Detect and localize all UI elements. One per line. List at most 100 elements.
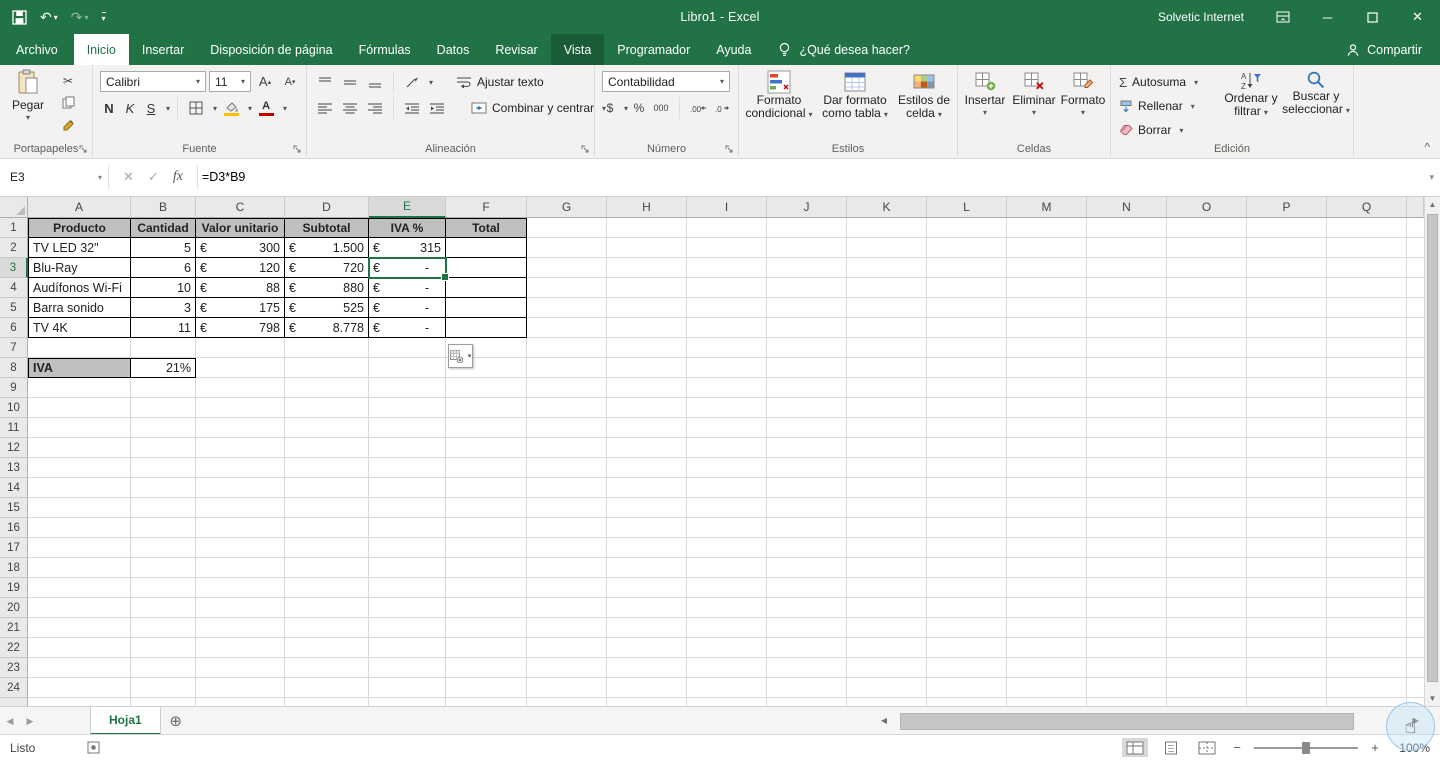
cell-C2[interactable]: €300: [196, 238, 285, 258]
clear-dropdown-arrow[interactable]: ▾: [1179, 126, 1183, 135]
row-header-4[interactable]: 4: [0, 278, 28, 298]
row-header-24[interactable]: 24: [0, 678, 28, 698]
column-header-C[interactable]: C: [196, 196, 285, 218]
format-cells-button[interactable]: Formato ▾: [1059, 71, 1107, 117]
sheet-tab-hoja1[interactable]: Hoja1: [90, 707, 161, 735]
cell-D1[interactable]: Subtotal: [285, 218, 369, 238]
cell-F4[interactable]: [446, 278, 527, 298]
paste-dropdown-arrow[interactable]: ▾: [26, 114, 30, 122]
row-header-8[interactable]: 8: [0, 358, 28, 378]
font-size-dropdown-arrow[interactable]: ▾: [241, 77, 245, 86]
cell-A6[interactable]: TV 4K: [28, 318, 131, 338]
scroll-left-icon[interactable]: ◀: [876, 716, 892, 725]
row-header-20[interactable]: 20: [0, 598, 28, 618]
fill-dropdown-arrow[interactable]: ▾: [1191, 102, 1195, 111]
cell-E5[interactable]: € -: [369, 298, 446, 318]
paste-button[interactable]: Pegar ▾: [5, 69, 51, 122]
column-header-L[interactable]: L: [927, 196, 1007, 218]
delete-cells-button[interactable]: Eliminar ▾: [1010, 71, 1058, 117]
column-header-H[interactable]: H: [607, 196, 687, 218]
clipboard-dialog-launcher-icon[interactable]: [79, 145, 88, 154]
align-top-icon[interactable]: [314, 73, 336, 92]
insert-dropdown-arrow[interactable]: ▾: [983, 109, 987, 117]
column-header-M[interactable]: M: [1007, 196, 1087, 218]
font-size-combo[interactable]: 11 ▾: [209, 71, 251, 92]
cell-E3[interactable]: € -: [369, 258, 446, 278]
row-header-13[interactable]: 13: [0, 458, 28, 478]
column-header-P[interactable]: P: [1247, 196, 1327, 218]
row-header-17[interactable]: 17: [0, 538, 28, 558]
bold-button[interactable]: N: [100, 101, 118, 116]
cancel-entry-icon[interactable]: ✕: [123, 169, 134, 185]
tab-vista[interactable]: Vista: [550, 34, 605, 65]
tab-insertar[interactable]: Insertar: [129, 34, 197, 65]
merge-center-button[interactable]: Combinar y centrar ▾: [471, 98, 606, 118]
tab-datos[interactable]: Datos: [424, 34, 483, 65]
row-header-3[interactable]: 3: [0, 258, 28, 278]
cell-F5[interactable]: [446, 298, 527, 318]
cell-A3[interactable]: Blu-Ray: [28, 258, 131, 278]
tab-formulas[interactable]: Fórmulas: [346, 34, 424, 65]
cell-C3[interactable]: €120: [196, 258, 285, 278]
column-header-D[interactable]: D: [285, 196, 369, 218]
macro-record-icon[interactable]: [87, 741, 100, 754]
clear-button[interactable]: Borrar ▾: [1119, 120, 1198, 140]
row-header-6[interactable]: 6: [0, 318, 28, 338]
page-break-view-icon[interactable]: [1194, 738, 1220, 757]
decrease-decimal-icon[interactable]: .0: [712, 99, 734, 118]
column-header-I[interactable]: I: [687, 196, 767, 218]
cell-C5[interactable]: €175: [196, 298, 285, 318]
cell-B6[interactable]: 11: [131, 318, 196, 338]
cell-C4[interactable]: €88: [196, 278, 285, 298]
cell-A8[interactable]: IVA: [28, 358, 131, 378]
increase-decimal-icon[interactable]: .00: [687, 99, 709, 118]
insert-function-icon[interactable]: fx: [173, 169, 183, 185]
row-header-2[interactable]: 2: [0, 238, 28, 258]
column-header-Q[interactable]: Q: [1327, 196, 1407, 218]
vertical-scrollbar-thumb[interactable]: [1427, 214, 1438, 682]
column-header-B[interactable]: B: [131, 196, 196, 218]
maximize-button[interactable]: [1350, 0, 1395, 34]
cell-C1[interactable]: Valor unitario: [196, 218, 285, 238]
font-name-combo[interactable]: Calibri ▾: [100, 71, 206, 92]
cell-A5[interactable]: Barra sonido: [28, 298, 131, 318]
find-dropdown-arrow[interactable]: ▾: [1346, 106, 1350, 115]
comma-style-button[interactable]: 000: [650, 99, 672, 118]
collapse-ribbon-icon[interactable]: ^: [1424, 140, 1430, 154]
zoom-slider[interactable]: [1254, 741, 1358, 754]
cell-B1[interactable]: Cantidad: [131, 218, 196, 238]
row-header-15[interactable]: 15: [0, 498, 28, 518]
cell-D5[interactable]: €525: [285, 298, 369, 318]
vertical-scrollbar[interactable]: ▲ ▼: [1424, 196, 1440, 706]
horizontal-scrollbar[interactable]: ◀ ▶: [876, 712, 1424, 730]
column-header-J[interactable]: J: [767, 196, 847, 218]
select-all-corner[interactable]: [0, 196, 28, 218]
name-box[interactable]: E3 ▾: [0, 158, 108, 196]
tab-archivo[interactable]: Archivo: [0, 34, 74, 65]
tell-me-search[interactable]: ¿Qué desea hacer?: [778, 34, 910, 65]
row-header-16[interactable]: 16: [0, 518, 28, 538]
row-header-18[interactable]: 18: [0, 558, 28, 578]
row-header-10[interactable]: 10: [0, 398, 28, 418]
align-center-icon[interactable]: [339, 99, 361, 118]
percent-style-button[interactable]: %: [631, 99, 647, 118]
cell-B8[interactable]: 21%: [131, 358, 196, 378]
autofill-options-dropdown-arrow[interactable]: ▾: [468, 352, 472, 360]
autosum-dropdown-arrow[interactable]: ▾: [1194, 78, 1198, 87]
row-header-7[interactable]: 7: [0, 338, 28, 358]
scroll-down-icon[interactable]: ▼: [1425, 690, 1440, 706]
format-as-table-button[interactable]: Dar formato como tabla ▾: [817, 70, 893, 121]
normal-view-icon[interactable]: [1122, 738, 1148, 757]
cell-B3[interactable]: 6: [131, 258, 196, 278]
tab-programador[interactable]: Programador: [604, 34, 703, 65]
fill-button[interactable]: Rellenar ▾: [1119, 96, 1198, 116]
conditional-dropdown-arrow[interactable]: ▾: [809, 110, 813, 119]
column-header-F[interactable]: F: [446, 196, 527, 218]
name-box-dropdown-arrow[interactable]: ▾: [98, 173, 102, 182]
accounting-dropdown-arrow[interactable]: ▾: [624, 104, 628, 113]
close-button[interactable]: ✕: [1395, 0, 1440, 34]
row-header-21[interactable]: 21: [0, 618, 28, 638]
decrease-indent-icon[interactable]: [401, 99, 423, 118]
sort-filter-button[interactable]: AZ Ordenar y filtrar ▾: [1219, 70, 1283, 119]
number-dialog-launcher-icon[interactable]: [725, 145, 734, 154]
